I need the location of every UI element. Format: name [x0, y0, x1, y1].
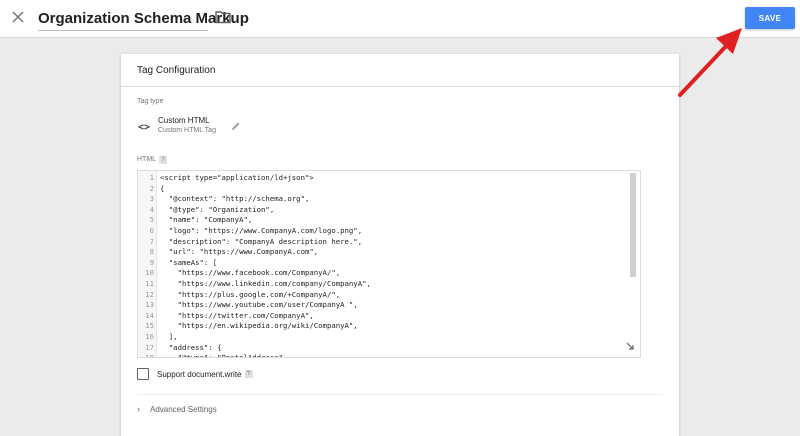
code-text: "https://www.youtube.com/user/CompanyA "… [160, 300, 358, 310]
edit-pencil-icon[interactable] [231, 121, 241, 131]
code-line: 5 "name": "CompanyA", [138, 215, 628, 226]
code-line: 7 "description": "CompanyA description h… [138, 237, 628, 248]
line-number: 1 [149, 173, 154, 182]
code-line: 18 "@type": "PostalAddress", [138, 353, 628, 358]
code-line: 11 "https://www.linkedin.com/company/Com… [138, 279, 628, 290]
code-line: 17 "address": { [138, 343, 628, 354]
tag-configuration-card: Tag Configuration Tag type <> Custom HTM… [121, 54, 679, 436]
line-number: 4 [149, 204, 154, 214]
code-text: "@context": "http://schema.org", [160, 194, 310, 204]
tag-type-subtitle: Custom HTML Tag [158, 127, 216, 134]
line-number: 3 [149, 194, 154, 204]
code-text: "description": "CompanyA description her… [160, 236, 363, 246]
line-number: 16 [145, 332, 154, 341]
support-document-write-checkbox[interactable] [137, 368, 149, 380]
line-number: 2 [149, 183, 154, 193]
top-bar: Organization Schema Markup SAVE [0, 0, 800, 38]
card-header: Tag Configuration [121, 54, 679, 87]
line-number: 9 [149, 257, 154, 267]
code-text: "url": "https://www.CompanyA.com", [160, 247, 319, 257]
code-line: 15 "https://en.wikipedia.org/wiki/Compan… [138, 321, 628, 332]
code-text: "https://twitter.com/CompanyA", [160, 310, 314, 320]
advanced-settings-label: Advanced Settings [150, 404, 217, 414]
line-number: 18 [145, 353, 154, 358]
code-text: { [160, 183, 165, 193]
code-line: 14 "https://twitter.com/CompanyA", [138, 311, 628, 322]
tag-type-name[interactable]: Custom HTML [158, 116, 210, 125]
code-text: "@type": "Organization", [160, 204, 275, 214]
divider [137, 394, 663, 395]
close-icon[interactable] [10, 9, 26, 25]
title-underline [38, 30, 208, 31]
support-document-write-label: Support document.write [157, 369, 242, 379]
line-number: 11 [145, 279, 154, 288]
code-text: "address": { [160, 342, 222, 352]
code-line: 6 "logo": "https://www.CompanyA.com/logo… [138, 226, 628, 237]
code-text: "https://www.linkedin.com/company/Compan… [160, 279, 371, 288]
line-number: 12 [145, 289, 154, 299]
folder-icon[interactable] [215, 10, 231, 24]
line-number: 5 [149, 215, 154, 225]
code-line: 10 "https://www.facebook.com/CompanyA/", [138, 268, 628, 279]
line-number: 10 [145, 268, 154, 278]
code-text: "logo": "https://www.CompanyA.com/logo.p… [160, 226, 363, 235]
help-icon[interactable]: ? [159, 156, 168, 164]
code-line: 4 "@type": "Organization", [138, 205, 628, 216]
resize-handle-icon[interactable] [625, 341, 635, 351]
help-icon[interactable]: ? [244, 370, 253, 378]
line-number: 13 [145, 300, 154, 310]
code-icon: <> [138, 122, 151, 133]
line-number: 17 [145, 342, 154, 352]
code-line: 3 "@context": "http://schema.org", [138, 194, 628, 205]
support-document-write-row[interactable]: Support document.write ? [137, 368, 253, 380]
line-number: 14 [145, 310, 154, 320]
html-code-editor[interactable]: 1 <script type="application/ld+json"> 2{3 … [137, 170, 641, 358]
html-label: HTML [137, 156, 157, 163]
code-text: "@type": "PostalAddress", [160, 353, 288, 358]
tag-type-label: Tag type [137, 98, 164, 105]
code-text: "https://en.wikipedia.org/wiki/CompanyA"… [160, 321, 358, 331]
advanced-settings-toggle[interactable]: › Advanced Settings [137, 404, 217, 414]
code-text: <script type="application/ld+json"> [160, 173, 314, 182]
code-text: "https://www.facebook.com/CompanyA/", [160, 268, 341, 278]
editor-scrollbar[interactable] [630, 173, 636, 277]
code-line: 1 <script type="application/ld+json"> [138, 173, 628, 184]
code-line: 12 "https://plus.google.com/+CompanyA/", [138, 290, 628, 301]
line-number: 15 [145, 321, 154, 331]
code-line: 8 "url": "https://www.CompanyA.com", [138, 247, 628, 258]
code-text: "https://plus.google.com/+CompanyA/", [160, 289, 341, 299]
code-line: 13 "https://www.youtube.com/user/Company… [138, 300, 628, 311]
html-label-row: HTML? [137, 156, 168, 164]
line-number: 7 [149, 236, 154, 246]
code-text: ], [160, 332, 178, 341]
line-number: 6 [149, 226, 154, 235]
code-line: 9 "sameAs": [ [138, 258, 628, 269]
code-text: "name": "CompanyA", [160, 215, 253, 225]
save-button[interactable]: SAVE [745, 7, 795, 29]
code-line: 16 ], [138, 332, 628, 343]
code-line: 2{ [138, 184, 628, 195]
chevron-right-icon: › [137, 404, 140, 414]
code-text: "sameAs": [ [160, 257, 218, 267]
line-number: 8 [149, 247, 154, 257]
